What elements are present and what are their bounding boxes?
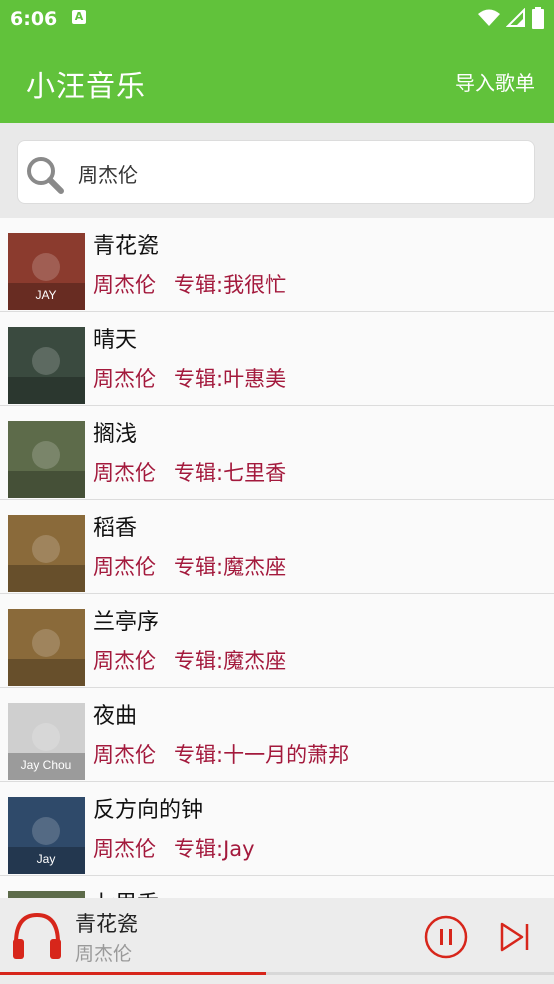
song-artist: 周杰伦 [93, 837, 156, 861]
status-time: 6:06 [10, 8, 58, 30]
battery-icon [532, 7, 544, 29]
progress-fill [0, 972, 266, 975]
song-subtitle: 周杰伦 专辑:魔杰座 [93, 645, 286, 675]
song-subtitle: 周杰伦 专辑:七里香 [93, 457, 286, 487]
song-album: 专辑:叶惠美 [174, 367, 287, 391]
cover-text: Jay Chou [21, 758, 72, 772]
song-artist: 周杰伦 [93, 273, 156, 297]
search-input[interactable] [76, 141, 520, 205]
now-playing-title: 青花瓷 [75, 912, 138, 936]
album-cover [8, 891, 85, 898]
headphones-icon[interactable] [10, 909, 64, 963]
song-row[interactable]: 晴天周杰伦 专辑:叶惠美 [0, 312, 554, 406]
import-playlist-button[interactable]: 导入歌单 [455, 67, 535, 96]
song-row[interactable]: 七里香周杰伦 [0, 876, 554, 898]
album-cover [8, 609, 85, 686]
song-title: 兰亭序 [93, 610, 160, 635]
song-row[interactable]: 兰亭序周杰伦 专辑:魔杰座 [0, 594, 554, 688]
song-list[interactable]: JAY 青花瓷 周杰伦 专辑:我很忙 晴天 周杰伦 专辑:叶惠美 搁浅 周杰伦 专辑:七里香 稻香周… [0, 218, 554, 898]
player-bar[interactable]: 青花瓷 周杰伦 [0, 898, 554, 984]
song-title: 夜曲 [93, 704, 138, 729]
song-row[interactable]: Jay 反方向的钟周杰伦 专辑:Jay [0, 782, 554, 876]
song-subtitle: 周杰伦 专辑:我很忙 [93, 269, 286, 299]
signal-icon [506, 8, 525, 27]
song-row[interactable]: Jay Chou 夜曲周杰伦 专辑:十一月的萧邦 [0, 688, 554, 782]
song-subtitle: 周杰伦 专辑:叶惠美 [93, 363, 286, 393]
song-subtitle: 周杰伦 专辑:Jay [93, 833, 255, 863]
song-album: 专辑:Jay [174, 837, 255, 861]
cover-text: JAY [35, 288, 56, 302]
song-title: 晴天 [93, 328, 138, 353]
wifi-icon [478, 9, 500, 26]
song-title: 反方向的钟 [93, 798, 204, 823]
album-cover [8, 421, 85, 498]
now-playing-artist: 周杰伦 [75, 943, 133, 965]
song-subtitle: 周杰伦 专辑:十一月的萧邦 [93, 739, 349, 769]
status-bar: 6:06 A [0, 0, 554, 38]
album-cover [8, 515, 85, 592]
song-title: 七里香 [93, 886, 159, 898]
cover-text: Jay [37, 852, 56, 866]
search-icon[interactable] [25, 155, 65, 195]
song-subtitle: 周杰伦 专辑:魔杰座 [93, 551, 286, 581]
song-album: 专辑:魔杰座 [174, 649, 287, 673]
search-box[interactable] [17, 140, 535, 205]
song-row[interactable]: JAY 青花瓷周杰伦 专辑:我很忙 [0, 218, 554, 312]
song-artist: 周杰伦 [93, 367, 156, 391]
song-artist: 周杰伦 [93, 649, 156, 673]
song-album: 专辑:我很忙 [174, 273, 287, 297]
album-cover [8, 327, 85, 404]
song-row[interactable]: 稻香周杰伦 专辑:魔杰座 [0, 500, 554, 594]
album-cover: Jay Chou [8, 703, 85, 780]
song-artist: 周杰伦 [93, 461, 156, 485]
song-album: 专辑:十一月的萧邦 [174, 743, 350, 767]
app-bar: 小汪音乐 导入歌单 [0, 38, 554, 123]
album-cover: JAY [8, 233, 85, 310]
song-artist: 周杰伦 [93, 555, 156, 579]
notification-icon: A [72, 10, 86, 24]
status-icons [478, 7, 544, 29]
song-album: 专辑:七里香 [174, 461, 287, 485]
pause-icon[interactable] [424, 915, 468, 959]
song-artist: 周杰伦 [93, 743, 156, 767]
song-title: 搁浅 [93, 422, 138, 447]
song-title: 青花瓷 [93, 234, 160, 259]
album-cover: Jay [8, 797, 85, 874]
song-row[interactable]: 搁浅周杰伦 专辑:七里香 [0, 406, 554, 500]
skip-next-icon[interactable] [498, 920, 532, 954]
search-area [0, 123, 554, 218]
song-album: 专辑:魔杰座 [174, 555, 287, 579]
app-title: 小汪音乐 [26, 69, 147, 103]
song-title: 稻香 [93, 516, 138, 541]
